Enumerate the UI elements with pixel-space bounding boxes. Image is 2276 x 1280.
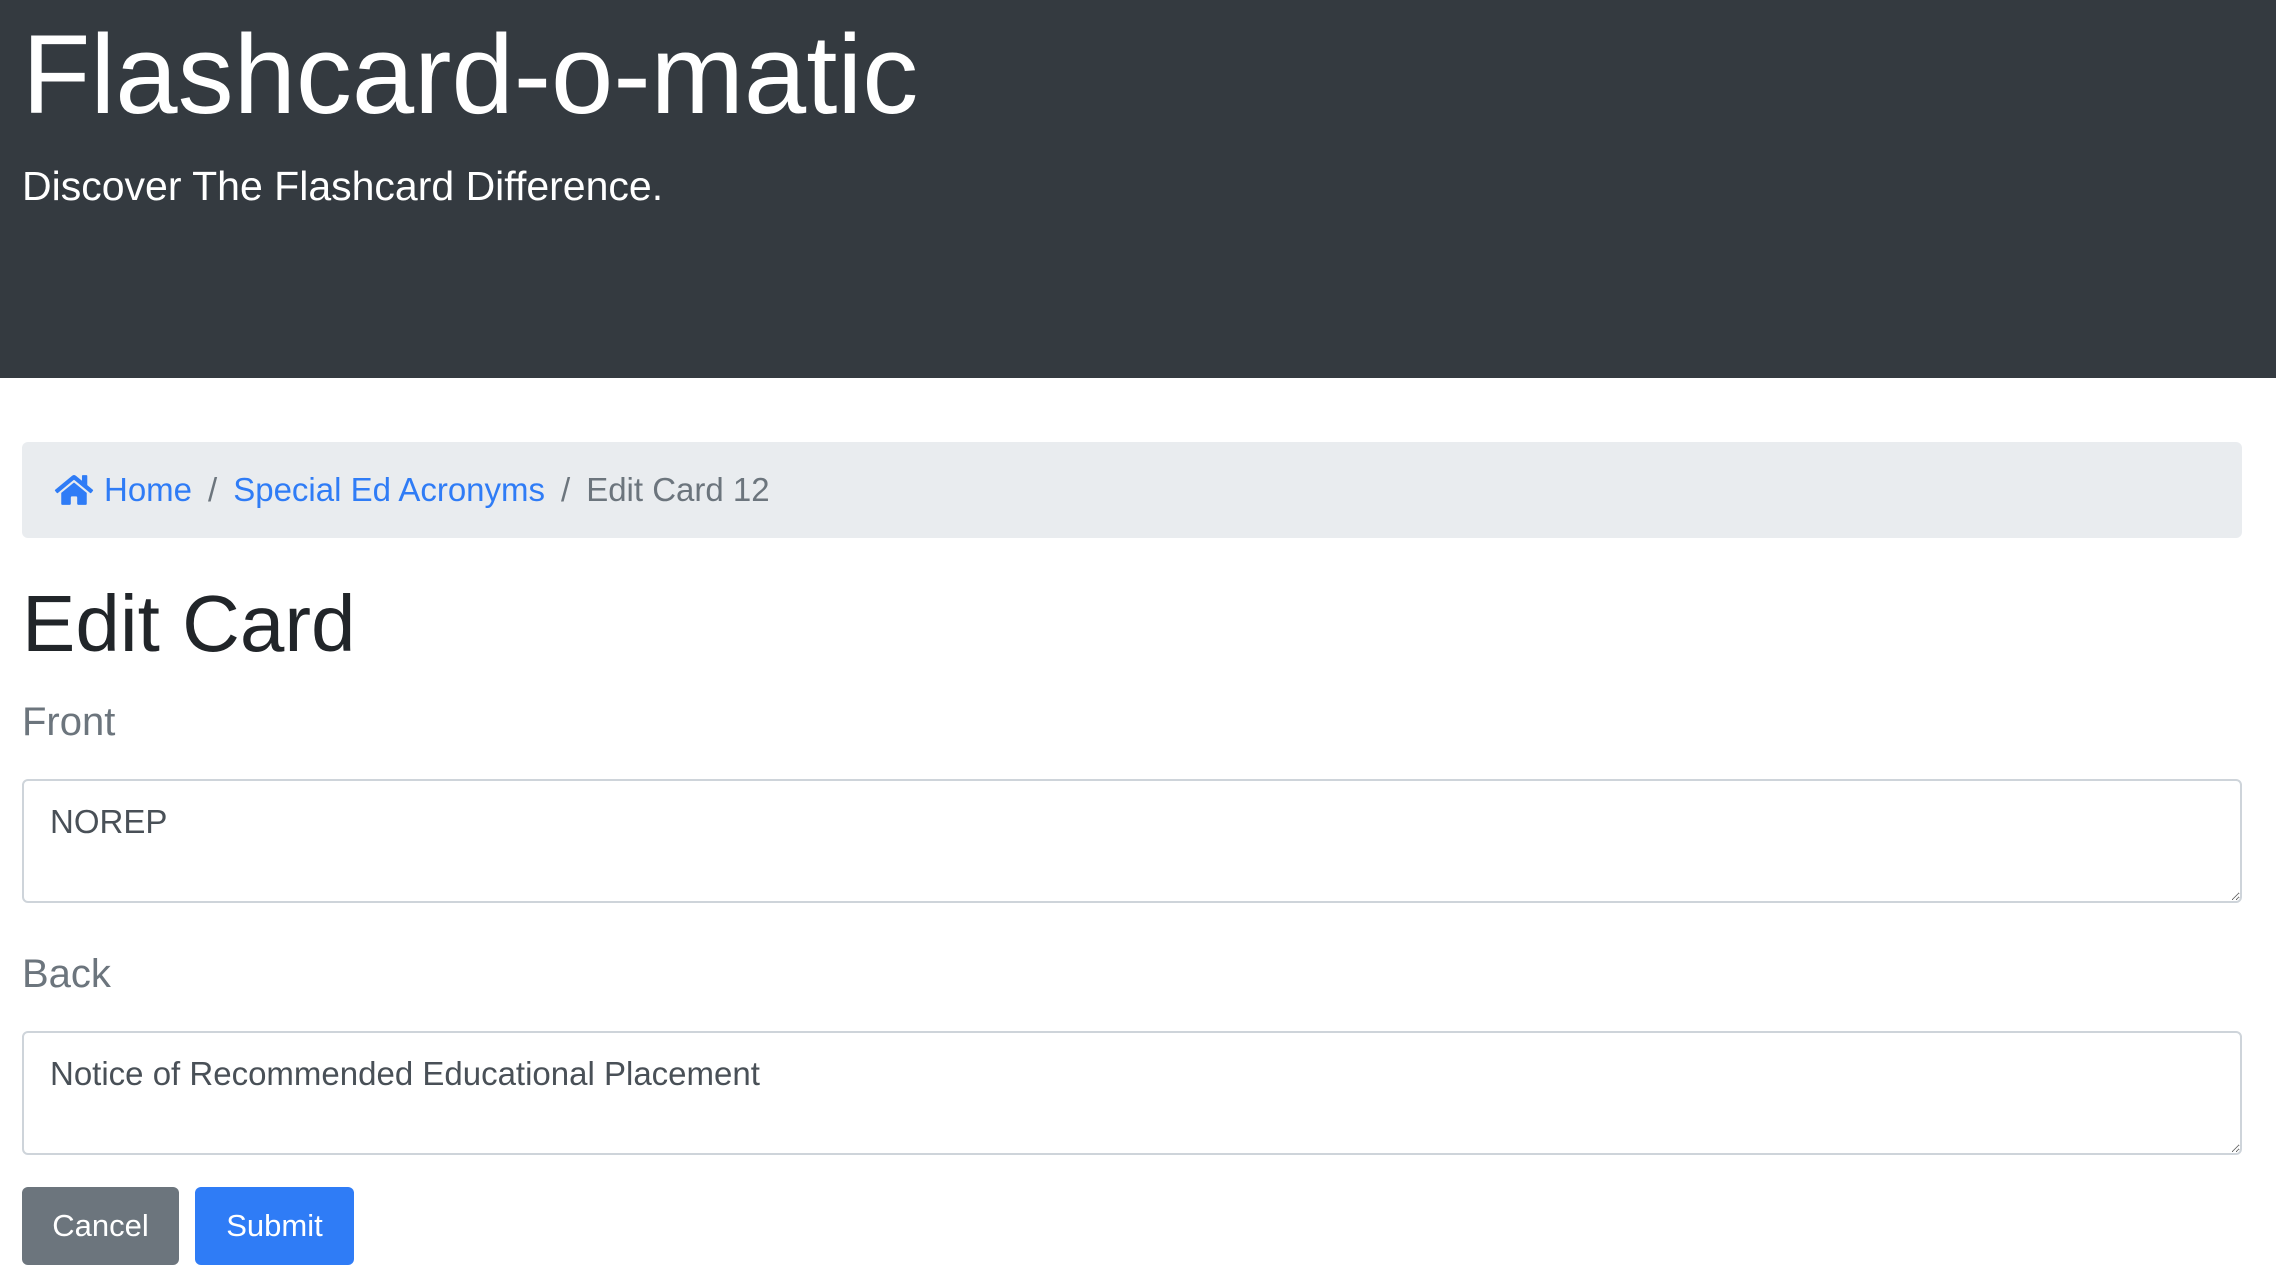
breadcrumb-home-link[interactable]: Home xyxy=(54,471,192,509)
breadcrumb-home-label: Home xyxy=(104,471,193,508)
breadcrumb: Home / Special Ed Acronyms / Edit Card 1… xyxy=(22,442,2242,538)
page-title: Edit Card xyxy=(22,579,356,668)
submit-button[interactable]: Submit xyxy=(195,1187,354,1265)
home-icon xyxy=(54,473,94,507)
breadcrumb-deck-link[interactable]: Special Ed Acronyms xyxy=(233,471,545,509)
back-label: Back xyxy=(22,952,111,996)
app-title: Flashcard-o-matic xyxy=(22,12,919,137)
app-subtitle: Discover The Flashcard Difference. xyxy=(22,163,664,209)
header-banner: Flashcard-o-matic Discover The Flashcard… xyxy=(0,0,2276,378)
breadcrumb-separator: / xyxy=(208,471,218,508)
breadcrumb-separator: / xyxy=(561,471,571,508)
breadcrumb-current: Edit Card 12 xyxy=(586,471,770,508)
front-textarea[interactable]: NOREP xyxy=(22,779,2242,903)
front-label: Front xyxy=(22,700,116,744)
back-textarea[interactable]: Notice of Recommended Educational Placem… xyxy=(22,1031,2242,1155)
cancel-button[interactable]: Cancel xyxy=(22,1187,179,1265)
